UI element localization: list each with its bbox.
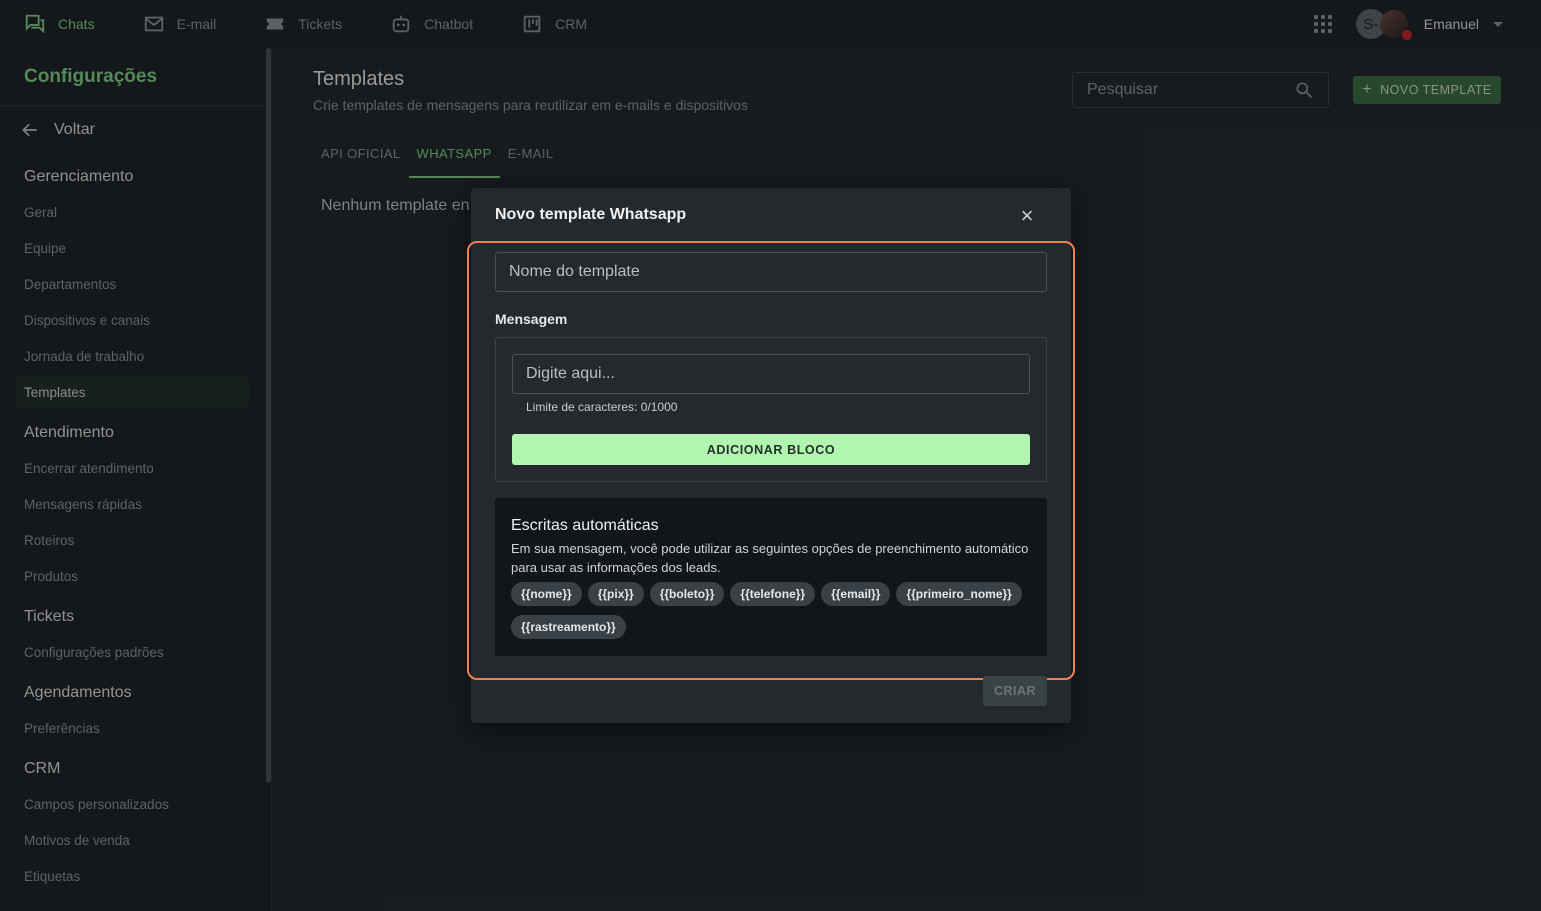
focus-highlight-frame <box>467 241 1075 680</box>
new-template-modal: Novo template Whatsapp × Nome do templat… <box>467 188 1075 723</box>
close-icon[interactable]: × <box>1017 205 1037 227</box>
create-button[interactable]: CRIAR <box>983 676 1047 706</box>
modal-title: Novo template Whatsapp <box>495 206 687 223</box>
